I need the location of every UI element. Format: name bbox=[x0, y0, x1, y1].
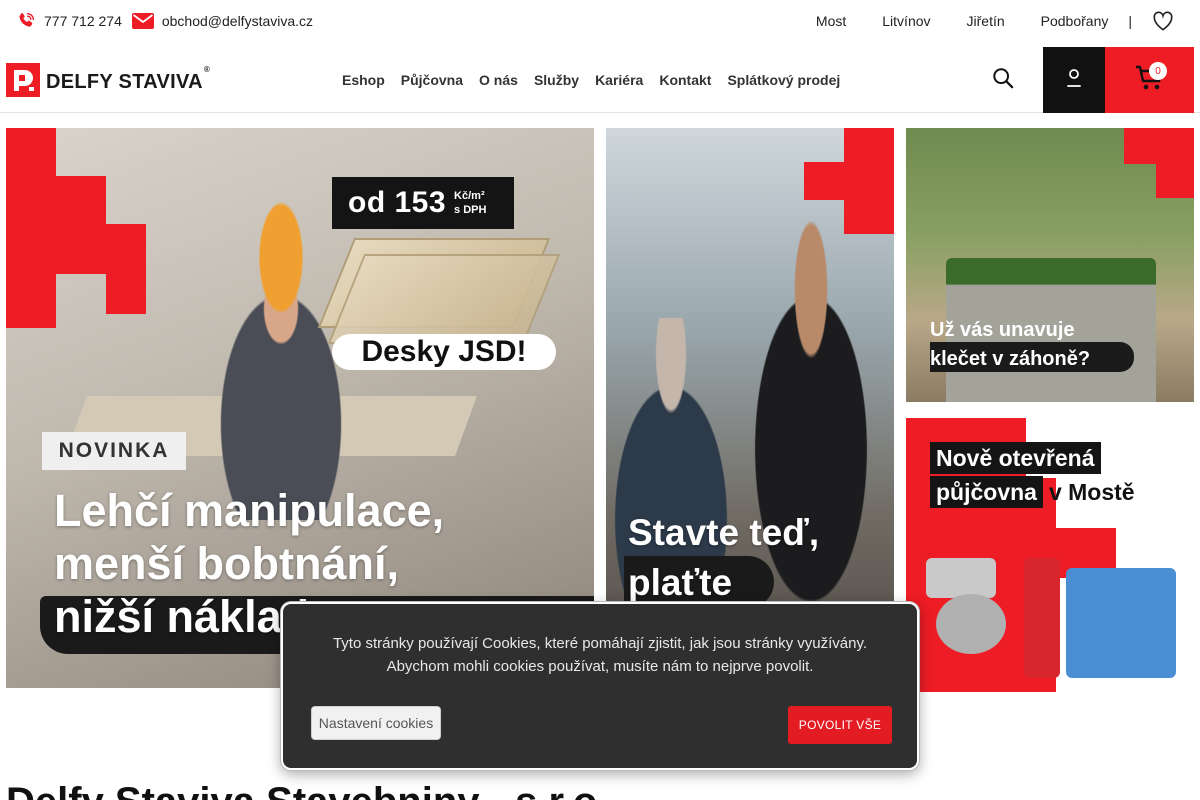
banner-headline: Už vás unavuje klečet v záhoně? bbox=[930, 316, 1090, 374]
price-unit: Kč/m² s DPH bbox=[454, 190, 487, 216]
banner-headline: Nově otevřená půjčovna v Mostě bbox=[930, 442, 1135, 508]
price-value: od 153 bbox=[348, 186, 447, 219]
banner-pujcovna-most[interactable]: Nově otevřená půjčovna v Mostě bbox=[906, 418, 1194, 692]
branch-link-podborany[interactable]: Podbořany bbox=[1041, 13, 1109, 29]
cookie-message-line: Abychom mohli cookies používat, musíte n… bbox=[386, 658, 814, 675]
email-address: obchod@delfystaviva.cz bbox=[161, 13, 314, 29]
price-tag: od 153 Kč/m² s DPH bbox=[332, 177, 514, 229]
headline-line: Nově otevřená bbox=[930, 442, 1101, 474]
logo-mark-icon bbox=[6, 63, 40, 102]
logo-text: DELFY STAVIVA® bbox=[46, 65, 211, 93]
brand-pixel bbox=[6, 128, 56, 176]
banner-headline: Stavte teď, plaťte bbox=[628, 508, 819, 608]
cart-count-badge: 0 bbox=[1149, 62, 1167, 80]
main-header: DELFY STAVIVA® Eshop Půjčovna O nás Služ… bbox=[0, 47, 1200, 113]
nav-item-sluzby[interactable]: Služby bbox=[534, 72, 579, 88]
plate-compactor-graphic bbox=[1066, 568, 1176, 678]
brand-pixel bbox=[844, 128, 894, 162]
novinka-badge: NOVINKA bbox=[42, 432, 186, 470]
headline-line: půjčovna bbox=[930, 476, 1043, 508]
brand-pixel bbox=[1156, 164, 1194, 198]
headline-line: plaťte bbox=[628, 562, 733, 603]
search-button[interactable] bbox=[990, 67, 1016, 93]
brand-pixel bbox=[106, 274, 146, 314]
cookie-message-line: Tyto stránky používají Cookies, které po… bbox=[332, 635, 868, 652]
main-nav: Eshop Půjčovna O nás Služby Kariéra Kont… bbox=[342, 47, 856, 113]
nav-item-eshop[interactable]: Eshop bbox=[342, 72, 385, 88]
headline-line: Už vás unavuje bbox=[930, 319, 1075, 341]
heart-icon[interactable] bbox=[1152, 11, 1174, 31]
nav-item-o-nas[interactable]: O nás bbox=[479, 72, 518, 88]
branch-link-jiretin[interactable]: Jiřetín bbox=[967, 13, 1005, 29]
brand-pixel bbox=[804, 162, 894, 200]
banner-zahon[interactable]: Už vás unavuje klečet v záhoně? bbox=[906, 128, 1194, 402]
account-button[interactable] bbox=[1043, 47, 1105, 113]
top-bar: 777 712 274 obchod@delfystaviva.cz Most … bbox=[0, 0, 1200, 42]
branch-link-most[interactable]: Most bbox=[816, 13, 846, 29]
cookie-dialog: Tyto stránky používají Cookies, které po… bbox=[281, 602, 919, 770]
headline-line: klečet v záhoně? bbox=[930, 348, 1091, 370]
branch-links: Most Litvínov Jiřetín Podbořany | bbox=[816, 0, 1200, 42]
contact-info: 777 712 274 obchod@delfystaviva.cz bbox=[0, 11, 323, 31]
cookie-message: Tyto stránky používají Cookies, které po… bbox=[283, 632, 917, 678]
headline-line: menší bobtnání, bbox=[54, 538, 400, 589]
nav-item-kontakt[interactable]: Kontakt bbox=[659, 72, 711, 88]
headline-line: v Mostě bbox=[1048, 479, 1135, 505]
cookie-settings-button[interactable]: Nastavení cookies bbox=[311, 706, 441, 740]
board-graphic bbox=[327, 254, 561, 344]
brand-pixel bbox=[6, 274, 56, 328]
envelope-icon bbox=[131, 12, 154, 30]
logo[interactable]: DELFY STAVIVA® bbox=[6, 63, 210, 102]
nav-item-pujcovna[interactable]: Půjčovna bbox=[401, 72, 463, 88]
accept-all-cookies-button[interactable]: POVOLIT VŠE bbox=[788, 706, 892, 744]
phone-number: 777 712 274 bbox=[44, 13, 122, 29]
email-link[interactable]: obchod@delfystaviva.cz bbox=[131, 12, 314, 30]
brand-pixel bbox=[6, 224, 146, 274]
phone-icon bbox=[16, 11, 36, 31]
headline-line: Lehčí manipulace, bbox=[54, 485, 445, 536]
brand-pixel bbox=[6, 176, 106, 224]
nav-item-kariera[interactable]: Kariéra bbox=[595, 72, 643, 88]
nav-item-splatkovy-prodej[interactable]: Splátkový prodej bbox=[727, 72, 840, 88]
mixer-graphic bbox=[1024, 558, 1060, 678]
branch-link-litvinov[interactable]: Litvínov bbox=[882, 13, 930, 29]
user-icon bbox=[1066, 68, 1082, 93]
separator: | bbox=[1128, 13, 1132, 29]
phone-link[interactable]: 777 712 274 bbox=[16, 11, 122, 31]
headline-line: Stavte teď, bbox=[628, 512, 820, 553]
circular-saw-graphic bbox=[936, 594, 1006, 654]
cart-button[interactable]: 0 bbox=[1105, 47, 1194, 113]
brand-pixel bbox=[1124, 128, 1194, 164]
search-icon bbox=[992, 67, 1014, 94]
angle-grinder-graphic bbox=[926, 558, 996, 598]
page-title: Delfy Staviva Stavebniny - s.r.o. bbox=[6, 782, 608, 800]
product-name: Desky JSD! bbox=[332, 334, 556, 370]
